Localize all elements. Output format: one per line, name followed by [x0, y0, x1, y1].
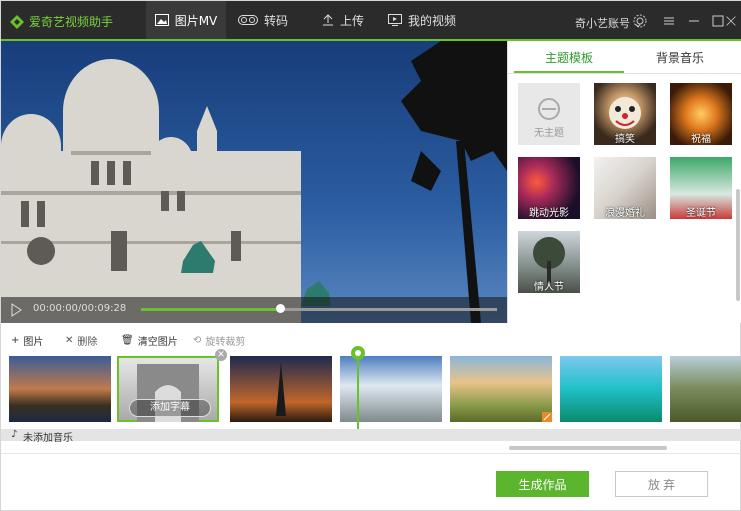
music-note-icon: ♪	[11, 429, 18, 440]
tab-background-music[interactable]: 背景音乐	[656, 49, 704, 66]
monitor-icon	[388, 14, 402, 26]
template-christmas[interactable]: 圣诞节	[670, 157, 732, 219]
eiffel-image	[276, 362, 286, 416]
tab-picture-mv[interactable]: 图片MV	[146, 1, 226, 39]
tab-theme-templates[interactable]: 主题模板	[545, 49, 593, 66]
rotate-crop-icon: ⟲	[193, 335, 202, 346]
basilica-image	[1, 41, 507, 323]
template-blessing[interactable]: 祝福	[670, 83, 732, 145]
upload-icon	[323, 14, 333, 26]
insert-marker-line	[357, 351, 359, 431]
tab-picture-mv-label: 图片MV	[174, 13, 218, 28]
tab-upload-label: 上传	[340, 13, 365, 28]
settings-gear-icon[interactable]	[632, 13, 648, 29]
clear-images-label: 清空图片	[137, 337, 178, 348]
music-track[interactable]: ♪ 未添加音乐	[1, 429, 741, 444]
playback-bar: 00:00:00/00:09:28	[1, 297, 507, 323]
side-panel: 主题模板 背景音乐 无主题 搞笑 祝福 跳动光影 浪漫婚礼 圣诞节 情人节	[507, 41, 741, 323]
app-window: 爱奇艺视频助手 图片MV 转码 上传 我的视频 奇小艺账号 ⌄ 00:00:00…	[0, 0, 741, 511]
image-strip: 添加字幕	[1, 356, 741, 424]
title-bar: 爱奇艺视频助手 图片MV 转码 上传 我的视频 奇小艺账号 ⌄	[1, 1, 741, 41]
template-no-theme[interactable]: 无主题	[518, 83, 580, 145]
progress-fill	[141, 308, 280, 311]
image-thumb-road[interactable]	[670, 356, 741, 422]
app-logo-icon	[10, 14, 24, 29]
account-name: 奇小艺账号	[575, 17, 630, 30]
app-logo: 爱奇艺视频助手	[9, 13, 113, 30]
generate-button[interactable]: 生成作品	[496, 471, 589, 497]
tab-transcode-label: 转码	[264, 13, 289, 28]
timecode: 00:00:00/00:09:28	[33, 303, 127, 314]
add-image-button[interactable]: + 图片	[11, 333, 43, 348]
side-tabs: 主题模板 背景音乐	[508, 41, 741, 74]
minimize-icon[interactable]	[686, 13, 702, 29]
image-toolbar: + 图片 ✕ 删除 🗑 清空图片 ⟲ 旋转裁剪	[1, 331, 741, 349]
active-tab-underline	[514, 71, 624, 73]
image-thumb-castle[interactable]	[9, 356, 111, 422]
transcode-icon	[238, 15, 258, 25]
image-thumb-snow-mountain[interactable]	[340, 356, 442, 422]
picture-icon	[154, 14, 169, 26]
template-label: 浪漫婚礼	[605, 208, 645, 219]
image-thumb-eiffel[interactable]	[230, 356, 332, 422]
template-label: 搞笑	[615, 134, 635, 145]
delete-image-label: 删除	[77, 337, 98, 348]
rotate-crop-label: 旋转裁剪	[205, 337, 246, 348]
template-label: 圣诞节	[686, 208, 716, 219]
music-status: 未添加音乐	[23, 433, 73, 444]
footer-divider	[1, 453, 741, 454]
trash-icon: 🗑	[121, 335, 134, 346]
close-icon[interactable]	[724, 13, 738, 29]
edit-corner-icon[interactable]	[542, 412, 552, 422]
discard-button[interactable]: 放 弃	[615, 471, 708, 497]
template-label: 跳动光影	[529, 208, 569, 219]
image-thumb-arch[interactable]: 添加字幕	[117, 356, 219, 422]
template-valentines[interactable]: 情人节	[518, 231, 580, 293]
add-image-label: 图片	[23, 337, 44, 348]
image-thumb-lagoon[interactable]	[560, 356, 662, 422]
rotate-crop-button[interactable]: ⟲ 旋转裁剪	[193, 333, 245, 348]
strip-scrollbar[interactable]	[509, 446, 667, 450]
tab-upload[interactable]: 上传	[322, 1, 364, 39]
tab-my-videos[interactable]: 我的视频	[388, 1, 456, 39]
menu-icon[interactable]	[661, 13, 677, 29]
template-funny[interactable]: 搞笑	[594, 83, 656, 145]
template-bokeh[interactable]: 跳动光影	[518, 157, 580, 219]
template-label: 祝福	[691, 134, 711, 145]
progress-knob[interactable]	[275, 304, 285, 313]
video-preview[interactable]: 00:00:00/00:09:28	[1, 41, 507, 323]
play-icon[interactable]	[9, 303, 23, 317]
progress-track[interactable]	[141, 304, 497, 313]
delete-image-button[interactable]: ✕ 删除	[65, 333, 97, 348]
add-subtitle-button[interactable]: 添加字幕	[129, 399, 211, 417]
tab-my-videos-label: 我的视频	[408, 13, 457, 28]
side-scrollbar[interactable]	[736, 189, 740, 301]
remove-image-close-icon[interactable]: ✕	[215, 349, 227, 361]
x-icon: ✕	[65, 335, 74, 346]
insert-marker-handle[interactable]	[351, 346, 365, 360]
tab-transcode[interactable]: 转码	[238, 1, 288, 39]
image-thumb-countryside[interactable]	[450, 356, 552, 422]
plus-icon: +	[11, 335, 20, 346]
template-label: 情人节	[534, 282, 564, 293]
template-romantic-wedding[interactable]: 浪漫婚礼	[594, 157, 656, 219]
app-title: 爱奇艺视频助手	[29, 15, 114, 29]
clear-images-button[interactable]: 🗑 清空图片	[121, 333, 178, 348]
template-label: 无主题	[534, 128, 564, 139]
